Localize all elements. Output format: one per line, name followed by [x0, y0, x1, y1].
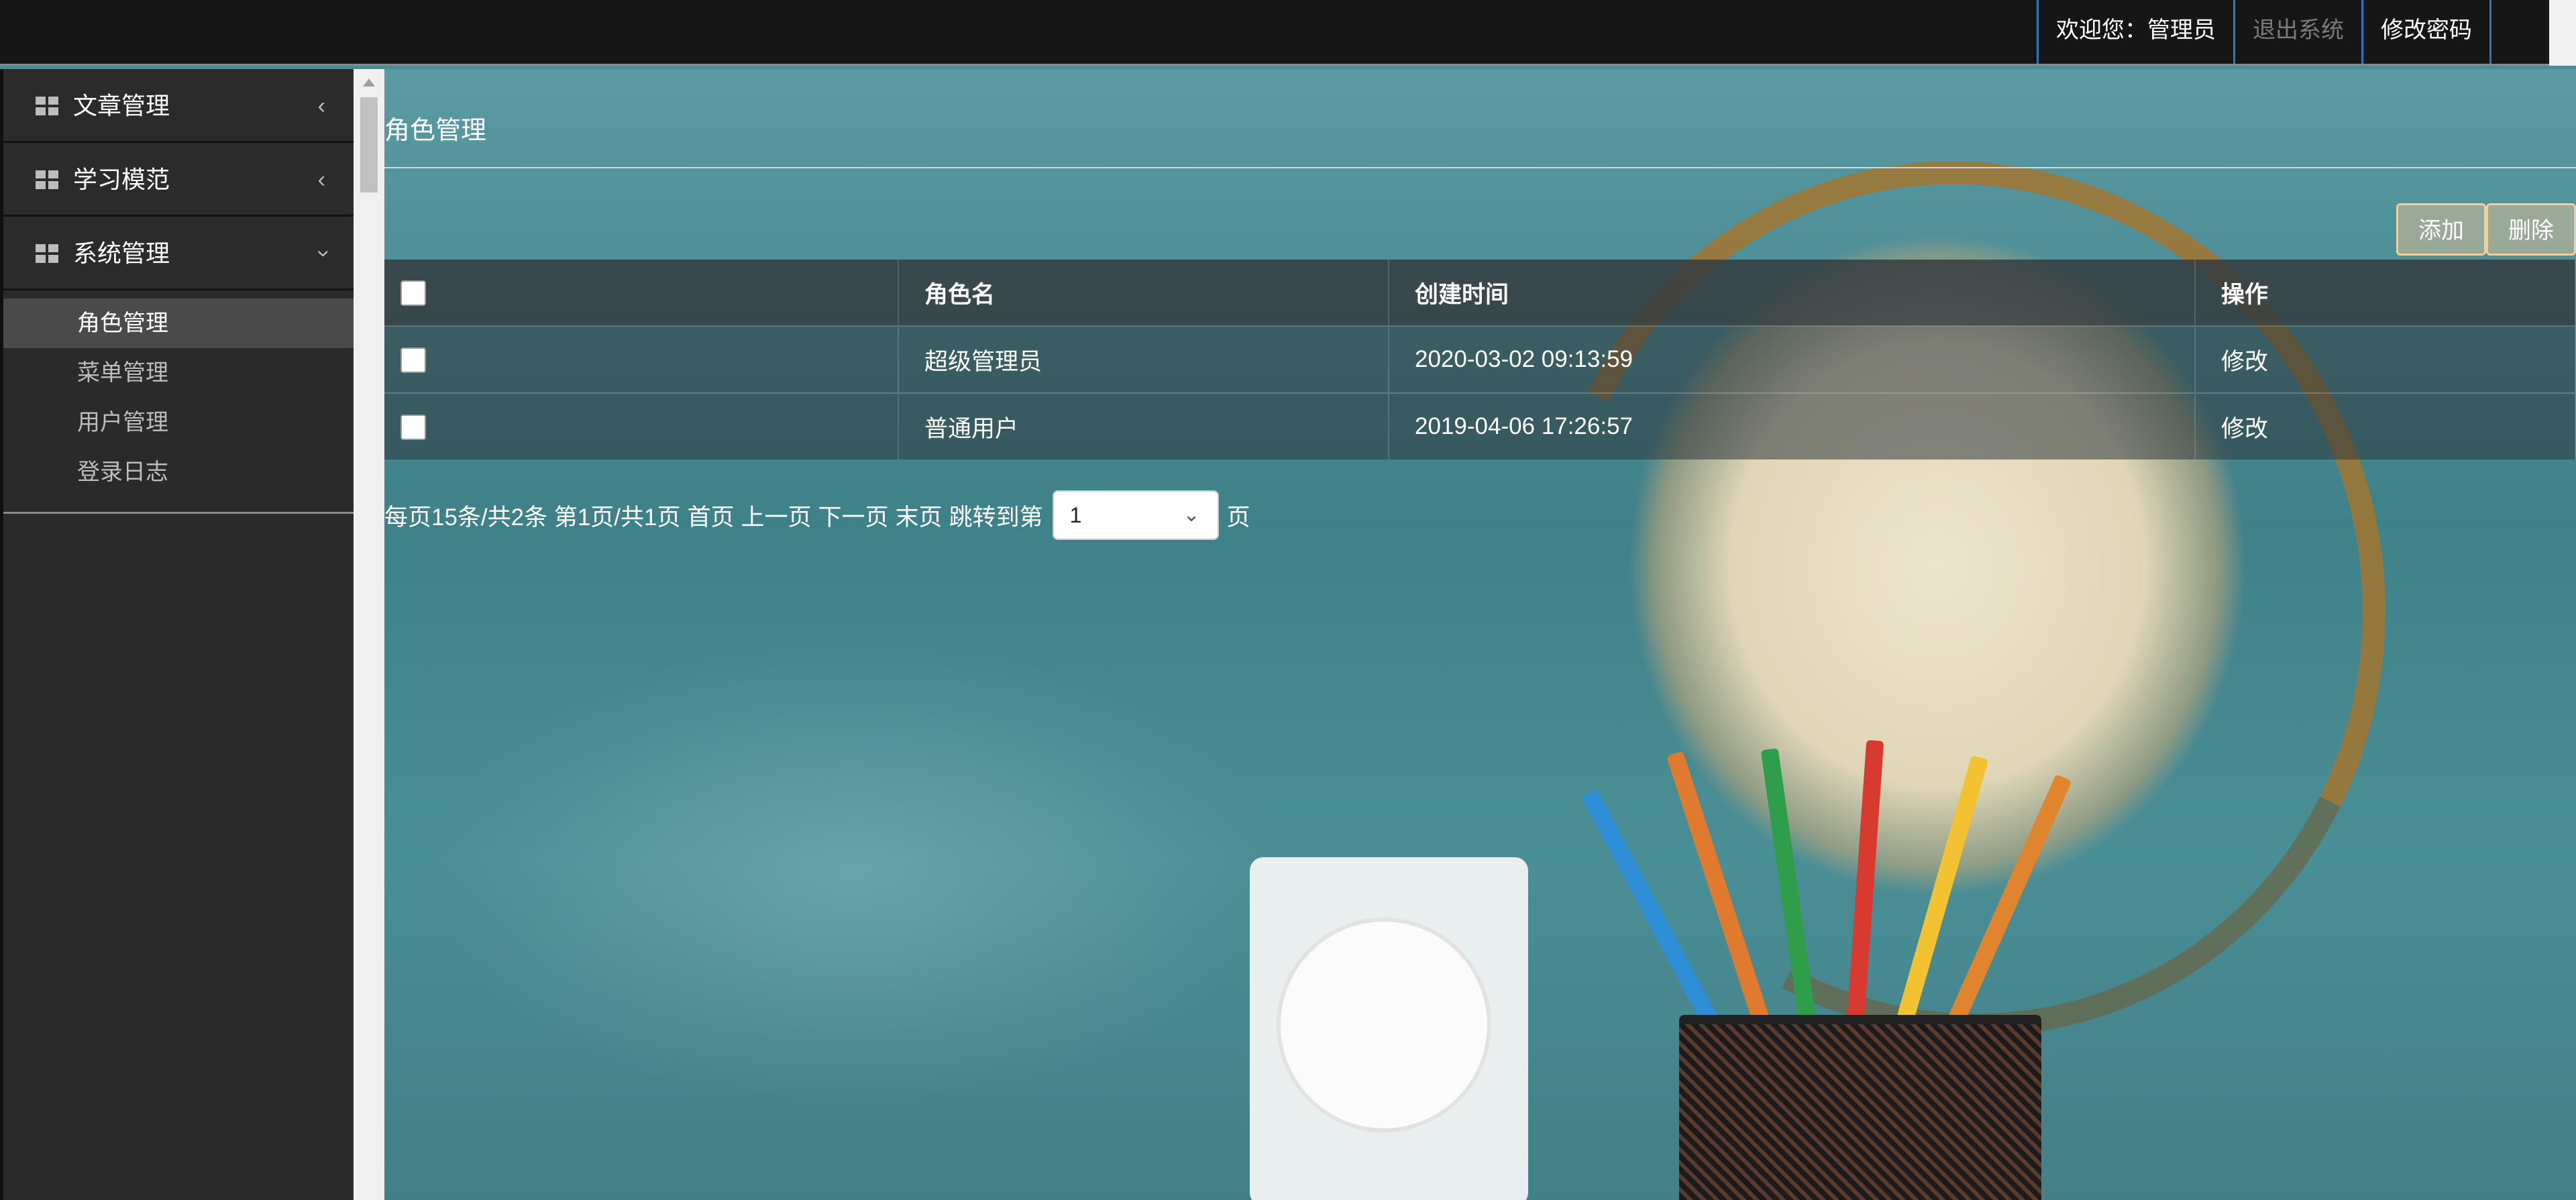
first-page-link[interactable]: 首页 [688, 498, 735, 533]
top-nav: 欢迎您：管理员 退出系统 修改密码 [2037, 0, 2491, 64]
page-title: 角色管理 [384, 117, 487, 145]
pagination: 每页15条/共2条 第1页/共1页 首页 上一页 下一页 末页 跳转到第 1 ⌄… [384, 490, 1257, 540]
sidebar-item-users[interactable]: 用户管理 [3, 398, 354, 447]
page-select-value: 1 [1069, 503, 1082, 527]
edit-link[interactable]: 修改 [2195, 392, 2576, 459]
prev-page-link[interactable]: 上一页 [741, 498, 812, 533]
created-time-cell: 2019-04-06 17:26:57 [1389, 392, 2196, 459]
column-header-role-name: 角色名 [898, 260, 1389, 326]
page-select[interactable]: 1 ⌄ [1052, 490, 1219, 540]
grid-icon [36, 97, 58, 115]
main-content: 角色管理 添加 删除 角色名 创建时间 操作 超级管理员 2020-03-02 … [384, 69, 2576, 1200]
add-button[interactable]: 添加 [2396, 203, 2486, 256]
page-suffix-label: 页 [1226, 504, 1250, 531]
background-clock [1250, 857, 1528, 1200]
chevron-down-icon: ‹ [309, 250, 335, 258]
row-select-cell [384, 325, 899, 393]
grid-icon [36, 170, 58, 189]
row-checkbox[interactable] [400, 347, 426, 374]
sidebar-menu-models[interactable]: 学习模范 ‹ [3, 143, 354, 217]
last-page-link[interactable]: 末页 [896, 498, 943, 533]
sidebar-item-login-log[interactable]: 登录日志 [3, 447, 354, 497]
background-pencil-cup [1679, 1015, 2041, 1200]
chevron-left-icon: ‹ [317, 167, 325, 193]
title-divider [384, 167, 2576, 168]
role-name-cell: 普通用户 [898, 392, 1389, 459]
frame-scrollbar[interactable] [354, 69, 384, 1200]
clock-face [1277, 918, 1491, 1132]
sidebar-item-menus[interactable]: 菜单管理 [3, 348, 354, 398]
scroll-up-arrow-icon[interactable] [363, 78, 375, 87]
delete-button[interactable]: 删除 [2486, 203, 2576, 256]
role-name-cell: 超级管理员 [898, 325, 1389, 393]
table-row: 普通用户 2019-04-06 17:26:57 修改 [384, 392, 2576, 459]
change-password-link[interactable]: 修改密码 [2361, 0, 2491, 64]
created-time-cell: 2020-03-02 09:13:59 [1389, 325, 2196, 393]
window-scrollbar[interactable] [2549, 0, 2576, 66]
table-row: 超级管理员 2020-03-02 09:13:59 修改 [384, 325, 2576, 393]
row-select-cell [384, 392, 899, 459]
sidebar-item-roles[interactable]: 角色管理 [3, 298, 354, 348]
sidebar-menu-label: 学习模范 [73, 166, 170, 193]
logout-link[interactable]: 退出系统 [2233, 0, 2361, 64]
chevron-down-icon: ⌄ [1183, 504, 1200, 526]
sidebar-menu-articles[interactable]: 文章管理 ‹ [3, 69, 354, 143]
top-bar: 欢迎您：管理员 退出系统 修改密码 [0, 0, 2576, 66]
sidebar-menu-label: 文章管理 [73, 92, 170, 119]
next-page-link[interactable]: 下一页 [818, 498, 889, 533]
scrollbar-thumb[interactable] [360, 97, 378, 193]
welcome-user-label: 欢迎您：管理员 [2037, 0, 2233, 64]
sidebar-menu-label: 系统管理 [73, 239, 170, 267]
chevron-left-icon: ‹ [317, 93, 325, 119]
sidebar: 文章管理 ‹ 学习模范 ‹ 系统管理 ‹ 角色管理 菜单管理 用户管理 登录日志 [0, 69, 354, 1200]
table-header-row: 角色名 创建时间 操作 [384, 260, 2576, 326]
system-submenu: 角色管理 菜单管理 用户管理 登录日志 [3, 290, 354, 514]
edit-link[interactable]: 修改 [2195, 325, 2576, 393]
jump-to-label: 跳转到第 [949, 504, 1043, 531]
action-buttons: 添加 删除 [2396, 203, 2576, 256]
select-all-header [384, 260, 899, 326]
column-header-created-time: 创建时间 [1389, 260, 2196, 326]
sidebar-menu-system[interactable]: 系统管理 ‹ [3, 217, 354, 290]
grid-icon [36, 244, 58, 263]
pagination-summary: 每页15条/共2条 第1页/共1页 [384, 504, 681, 531]
column-header-actions: 操作 [2195, 260, 2576, 326]
role-table: 角色名 创建时间 操作 超级管理员 2020-03-02 09:13:59 修改… [384, 260, 2576, 459]
row-checkbox[interactable] [400, 415, 426, 441]
select-all-checkbox[interactable] [400, 280, 426, 307]
